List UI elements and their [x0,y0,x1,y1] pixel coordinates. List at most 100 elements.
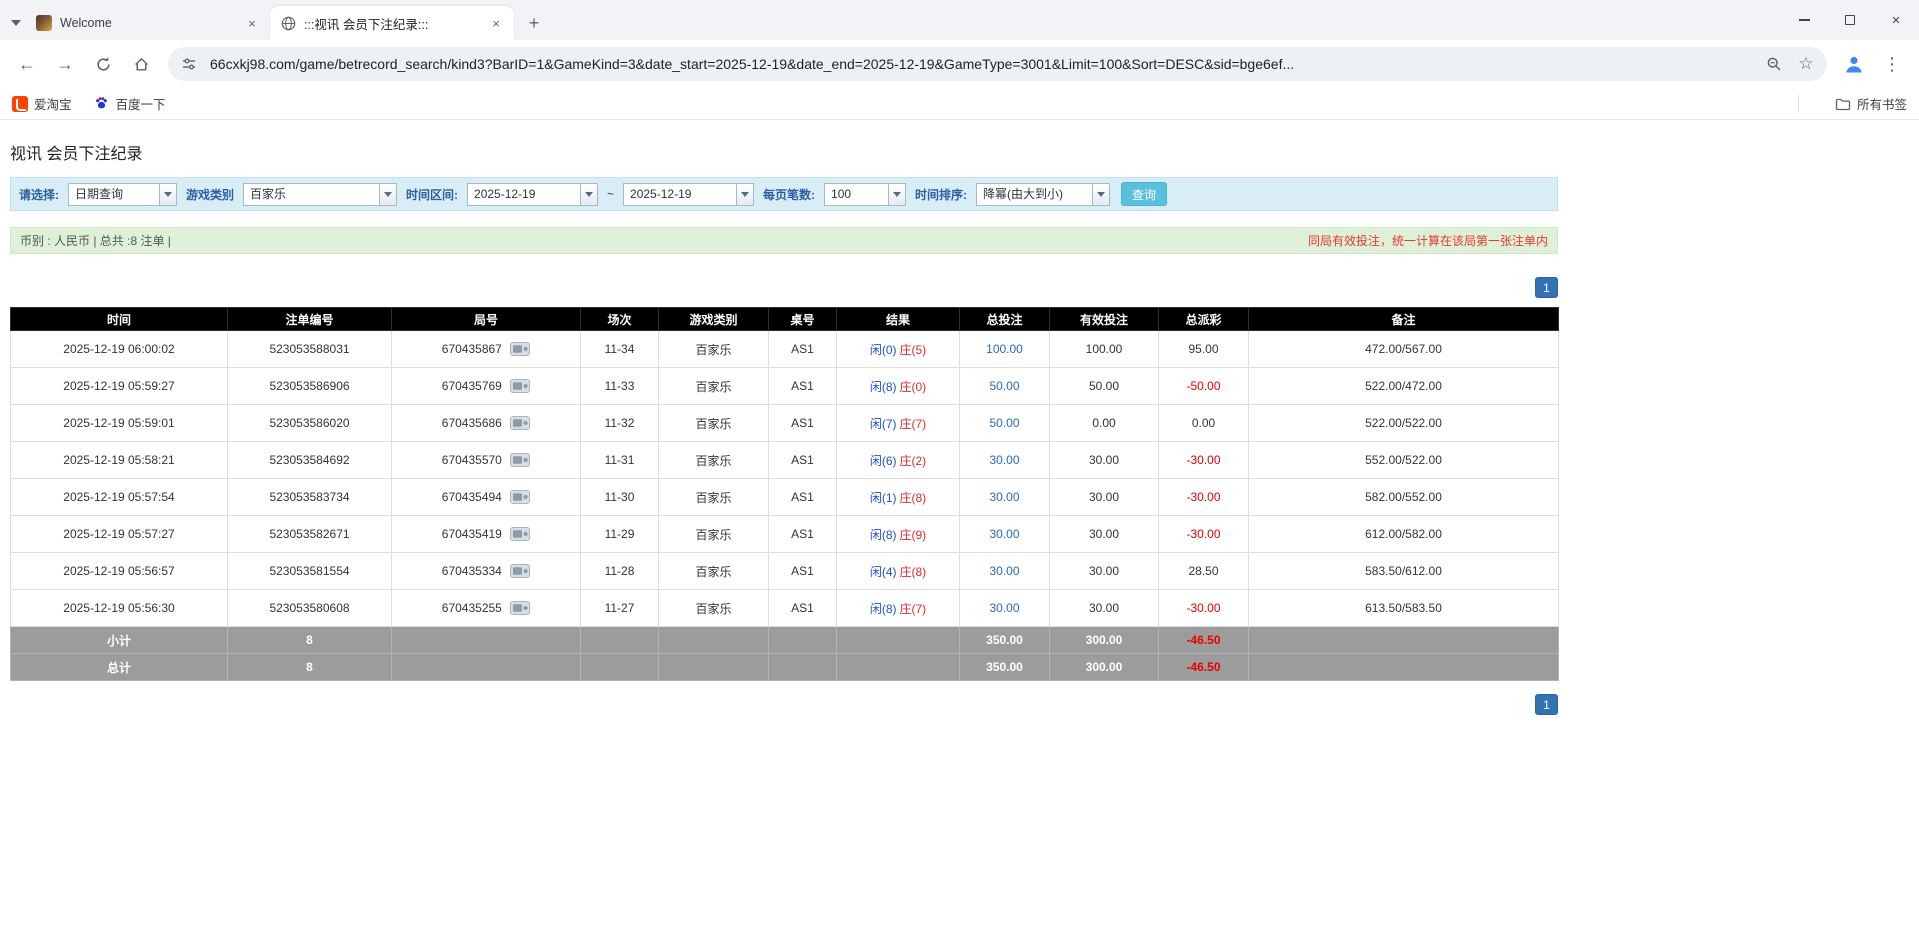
round-result-icon[interactable] [510,379,530,393]
chevron-down-icon [11,20,21,26]
cell-table-number: AS1 [769,368,837,405]
table-header-row: 时间 注单编号 局号 场次 游戏类别 桌号 结果 总投注 有效投注 总派彩 备注 [11,308,1559,331]
header-game-type: 游戏类别 [659,308,769,331]
cell-bet-id: 523053581554 [228,553,392,590]
round-result-icon[interactable] [510,527,530,541]
close-tab-icon[interactable]: × [244,15,260,31]
round-result-icon[interactable] [510,416,530,430]
address-bar[interactable]: 66cxkj98.com/game/betrecord_search/kind3… [168,47,1827,81]
close-tab-icon[interactable]: × [488,15,504,31]
table-row: 2025-12-19 05:56:30 523053580608 6704352… [11,590,1559,627]
subtotal-label: 小计 [11,627,228,654]
profile-avatar[interactable] [1837,47,1871,81]
bet-record-table: 时间 注单编号 局号 场次 游戏类别 桌号 结果 总投注 有效投注 总派彩 备注… [10,307,1559,681]
cell-note: 472.00/567.00 [1249,331,1559,368]
table-row: 2025-12-19 06:00:02 523053588031 6704358… [11,331,1559,368]
total-bet-link[interactable]: 30.00 [989,490,1019,504]
date-end-select[interactable]: 2025-12-19 [623,183,754,206]
bookmark-aitaobao[interactable]: 爱淘宝 [12,94,72,113]
cell-round-id: 670435686 [392,405,581,442]
round-result-icon[interactable] [510,490,530,504]
chevron-down-icon[interactable] [379,184,396,205]
result-player: 闲(4) [870,565,897,579]
table-row: 2025-12-19 05:58:21 523053584692 6704355… [11,442,1559,479]
result-banker: 庄(5) [900,343,927,357]
round-result-icon[interactable] [510,564,530,578]
tab-search-button[interactable] [6,6,26,40]
total-bet-link[interactable]: 100.00 [986,342,1023,356]
total-bet-link[interactable]: 30.00 [989,564,1019,578]
tab-strip: Welcome × :::视讯 会员下注纪录::: × + × [0,0,1919,40]
chevron-down-icon[interactable] [159,184,176,205]
bookmark-baidu[interactable]: 百度一下 [94,94,166,113]
total-bet-link[interactable]: 30.00 [989,527,1019,541]
total-row: 总计 8 350.00 300.00 -46.50 [11,654,1559,681]
chevron-down-icon[interactable] [1092,184,1109,205]
minimize-button[interactable] [1781,0,1827,40]
per-page-select[interactable]: 100 [824,183,906,206]
query-type-select[interactable]: 日期查询 [68,183,177,206]
all-bookmarks-button[interactable]: 所有书签 [1835,94,1907,113]
cell-time: 2025-12-19 05:56:57 [11,553,228,590]
cell-empty [392,654,581,681]
cell-time: 2025-12-19 06:00:02 [11,331,228,368]
date-start-select[interactable]: 2025-12-19 [467,183,598,206]
cell-note: 522.00/522.00 [1249,405,1559,442]
round-result-icon[interactable] [510,601,530,615]
close-window-button[interactable]: × [1873,0,1919,40]
search-button[interactable]: 查询 [1121,182,1167,206]
page-body: 视讯 会员下注纪录 请选择: 日期查询 游戏类别 百家乐 时间区间: 2025-… [0,120,1919,935]
cell-table-number: AS1 [769,442,837,479]
page-1-button[interactable]: 1 [1535,694,1558,715]
game-type-select[interactable]: 百家乐 [243,183,397,206]
total-bet-link[interactable]: 50.00 [989,416,1019,430]
chevron-down-icon[interactable] [736,184,753,205]
cell-payout: 28.50 [1159,553,1249,590]
total-bet-link[interactable]: 30.00 [989,601,1019,615]
subtotal-total-bet: 350.00 [960,627,1050,654]
tab-title: Welcome [60,16,236,30]
cell-valid-bet: 50.00 [1050,368,1159,405]
header-session: 场次 [581,308,659,331]
result-player: 闲(7) [870,417,897,431]
cell-table-number: AS1 [769,479,837,516]
tab-bet-record[interactable]: :::视讯 会员下注纪录::: × [270,6,514,40]
table-row: 2025-12-19 05:59:27 523053586906 6704357… [11,368,1559,405]
total-bet-link[interactable]: 50.00 [989,379,1019,393]
chevron-down-icon[interactable] [888,184,905,205]
cell-session: 11-32 [581,405,659,442]
round-result-icon[interactable] [510,453,530,467]
url-text[interactable]: 66cxkj98.com/game/betrecord_search/kind3… [210,56,1753,72]
site-info-icon[interactable] [178,53,200,75]
cell-round-id: 670435769 [392,368,581,405]
forward-button[interactable]: → [48,47,82,81]
round-result-icon[interactable] [510,342,530,356]
result-banker: 庄(2) [900,454,927,468]
result-player: 闲(6) [870,454,897,468]
cell-payout: -30.00 [1159,516,1249,553]
chevron-down-icon[interactable] [580,184,597,205]
total-bet-link[interactable]: 30.00 [989,453,1019,467]
cell-empty [769,654,837,681]
sort-select[interactable]: 降幂(由大到小) [976,183,1110,206]
cell-round-id: 670435255 [392,590,581,627]
cell-note: 583.50/612.00 [1249,553,1559,590]
sort-value: 降幂(由大到小) [977,184,1092,205]
zoom-icon[interactable] [1763,53,1785,75]
new-tab-button[interactable]: + [520,9,548,37]
round-id-text: 670435769 [442,379,502,393]
tab-welcome[interactable]: Welcome × [26,6,270,40]
cell-empty [837,654,960,681]
reload-button[interactable] [86,47,120,81]
maximize-icon [1845,15,1855,25]
cell-game-type: 百家乐 [659,368,769,405]
back-button[interactable]: ← [10,47,44,81]
cell-session: 11-28 [581,553,659,590]
query-type-label: 请选择: [19,186,59,203]
bookmark-star-icon[interactable]: ☆ [1795,53,1817,75]
page-1-button[interactable]: 1 [1535,277,1558,298]
maximize-button[interactable] [1827,0,1873,40]
result-banker: 庄(9) [900,528,927,542]
menu-icon[interactable]: ⋮ [1875,47,1909,81]
home-button[interactable] [124,47,158,81]
